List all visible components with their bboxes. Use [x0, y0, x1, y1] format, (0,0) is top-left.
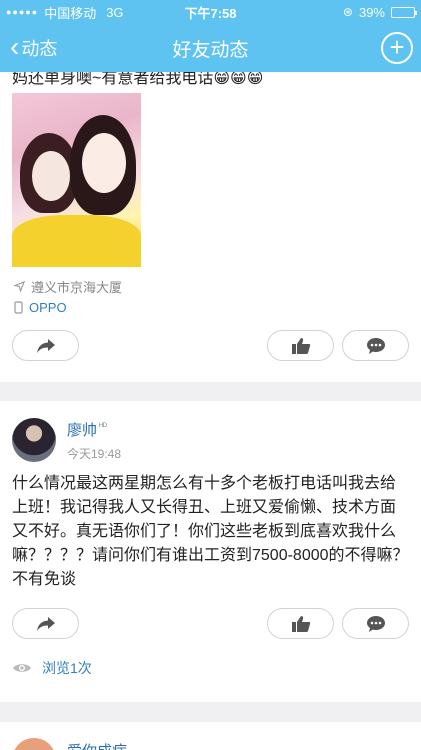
location-arrow-icon [14, 281, 25, 292]
post-photo[interactable] [12, 93, 141, 267]
share-button[interactable] [12, 330, 79, 361]
post-device[interactable]: OPPO [14, 300, 67, 315]
feed-post: 爱你成病 [0, 722, 421, 750]
back-button[interactable]: ‹ 动态 [0, 30, 58, 62]
post-author[interactable]: 廖帅 ᴴᴰ [67, 419, 107, 440]
feed-post: 妈还单身噢~有意者给我电话😁😁😁 遵义市京海大厦 OPPO [0, 60, 421, 382]
photo-shape [12, 215, 141, 267]
share-button[interactable] [12, 608, 79, 639]
thumbs-up-icon [291, 337, 310, 354]
author-badge: ᴴᴰ [99, 421, 107, 431]
like-button[interactable] [267, 608, 334, 639]
post-text: 什么情况最这两星期怎么有十多个老板打电话叫我去给上班！我记得我人又长得丑、上班又… [12, 475, 409, 588]
eye-icon [13, 664, 31, 672]
view-count-text: 浏览1次 [42, 660, 92, 676]
photo-shape [82, 133, 126, 193]
view-count[interactable]: 浏览1次 [12, 658, 92, 678]
feed-post: 廖帅 ᴴᴰ 今天19:48 什么情况最这两星期怎么有十多个老板打电话叫我去给上班！… [0, 401, 421, 702]
device-text: OPPO [29, 300, 67, 315]
nav-bar: ‹ 动态 好友动态 + [0, 24, 421, 72]
share-icon [36, 616, 55, 631]
page-title: 好友动态 [172, 39, 249, 61]
share-icon [36, 338, 55, 353]
post-time: 今天19:48 [67, 447, 122, 461]
chevron-left-icon: ‹ [10, 30, 20, 62]
comment-button[interactable] [342, 330, 409, 361]
photo-shape [32, 151, 70, 201]
battery-icon [391, 6, 417, 18]
add-button[interactable]: + [381, 32, 413, 64]
back-label: 动态 [21, 39, 58, 59]
status-bar: ●●●●● 中国移动 3G 下午7:58 ⊛ 39% [0, 0, 421, 24]
post-location[interactable]: 遵义市京海大厦 [14, 277, 122, 296]
comment-bubble-icon [366, 615, 385, 632]
avatar[interactable] [12, 738, 56, 750]
location-text: 遵义市京海大厦 [31, 280, 123, 295]
comment-bubble-icon [366, 337, 385, 354]
phone-icon [14, 301, 23, 314]
top-bar: ●●●●● 中国移动 3G 下午7:58 ⊛ 39% ‹ 动态 好友动态 + [0, 0, 421, 72]
post-author[interactable]: 爱你成病 [67, 740, 127, 750]
like-button[interactable] [267, 330, 334, 361]
avatar[interactable] [12, 418, 56, 462]
author-name: 廖帅 [67, 422, 98, 439]
plus-icon: + [389, 32, 405, 62]
comment-button[interactable] [342, 608, 409, 639]
thumbs-up-icon [291, 615, 310, 632]
status-time: 下午7:58 [184, 5, 237, 21]
